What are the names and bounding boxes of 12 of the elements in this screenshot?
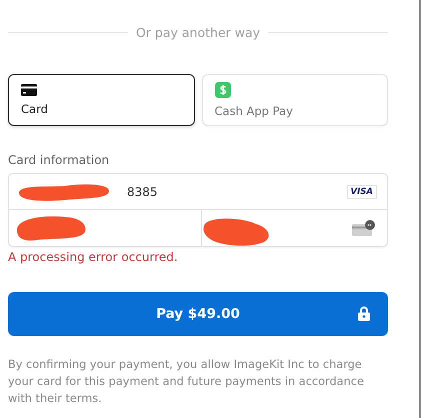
field-label: Card information: [8, 153, 110, 167]
dollar-icon: [214, 82, 230, 98]
cvc-card-icon: [352, 220, 376, 236]
credit-card-icon: [21, 84, 37, 96]
error-message: A processing error occurred.: [8, 250, 179, 264]
payment-method-tab[interactable]: Cash App Pay: [202, 74, 388, 126]
visa-logo: VISA: [346, 184, 377, 198]
terms-text: By confirming your payment, you allow ImageKit Inc to charge your card for this payment and future payments in accordance with their terms.: [8, 357, 365, 407]
divider-text: Or pay another way: [136, 24, 260, 40]
lock-icon: [358, 306, 370, 321]
payment-method-tab[interactable]: Card: [8, 74, 194, 126]
pay-button[interactable]: Pay $49.00: [8, 292, 388, 336]
